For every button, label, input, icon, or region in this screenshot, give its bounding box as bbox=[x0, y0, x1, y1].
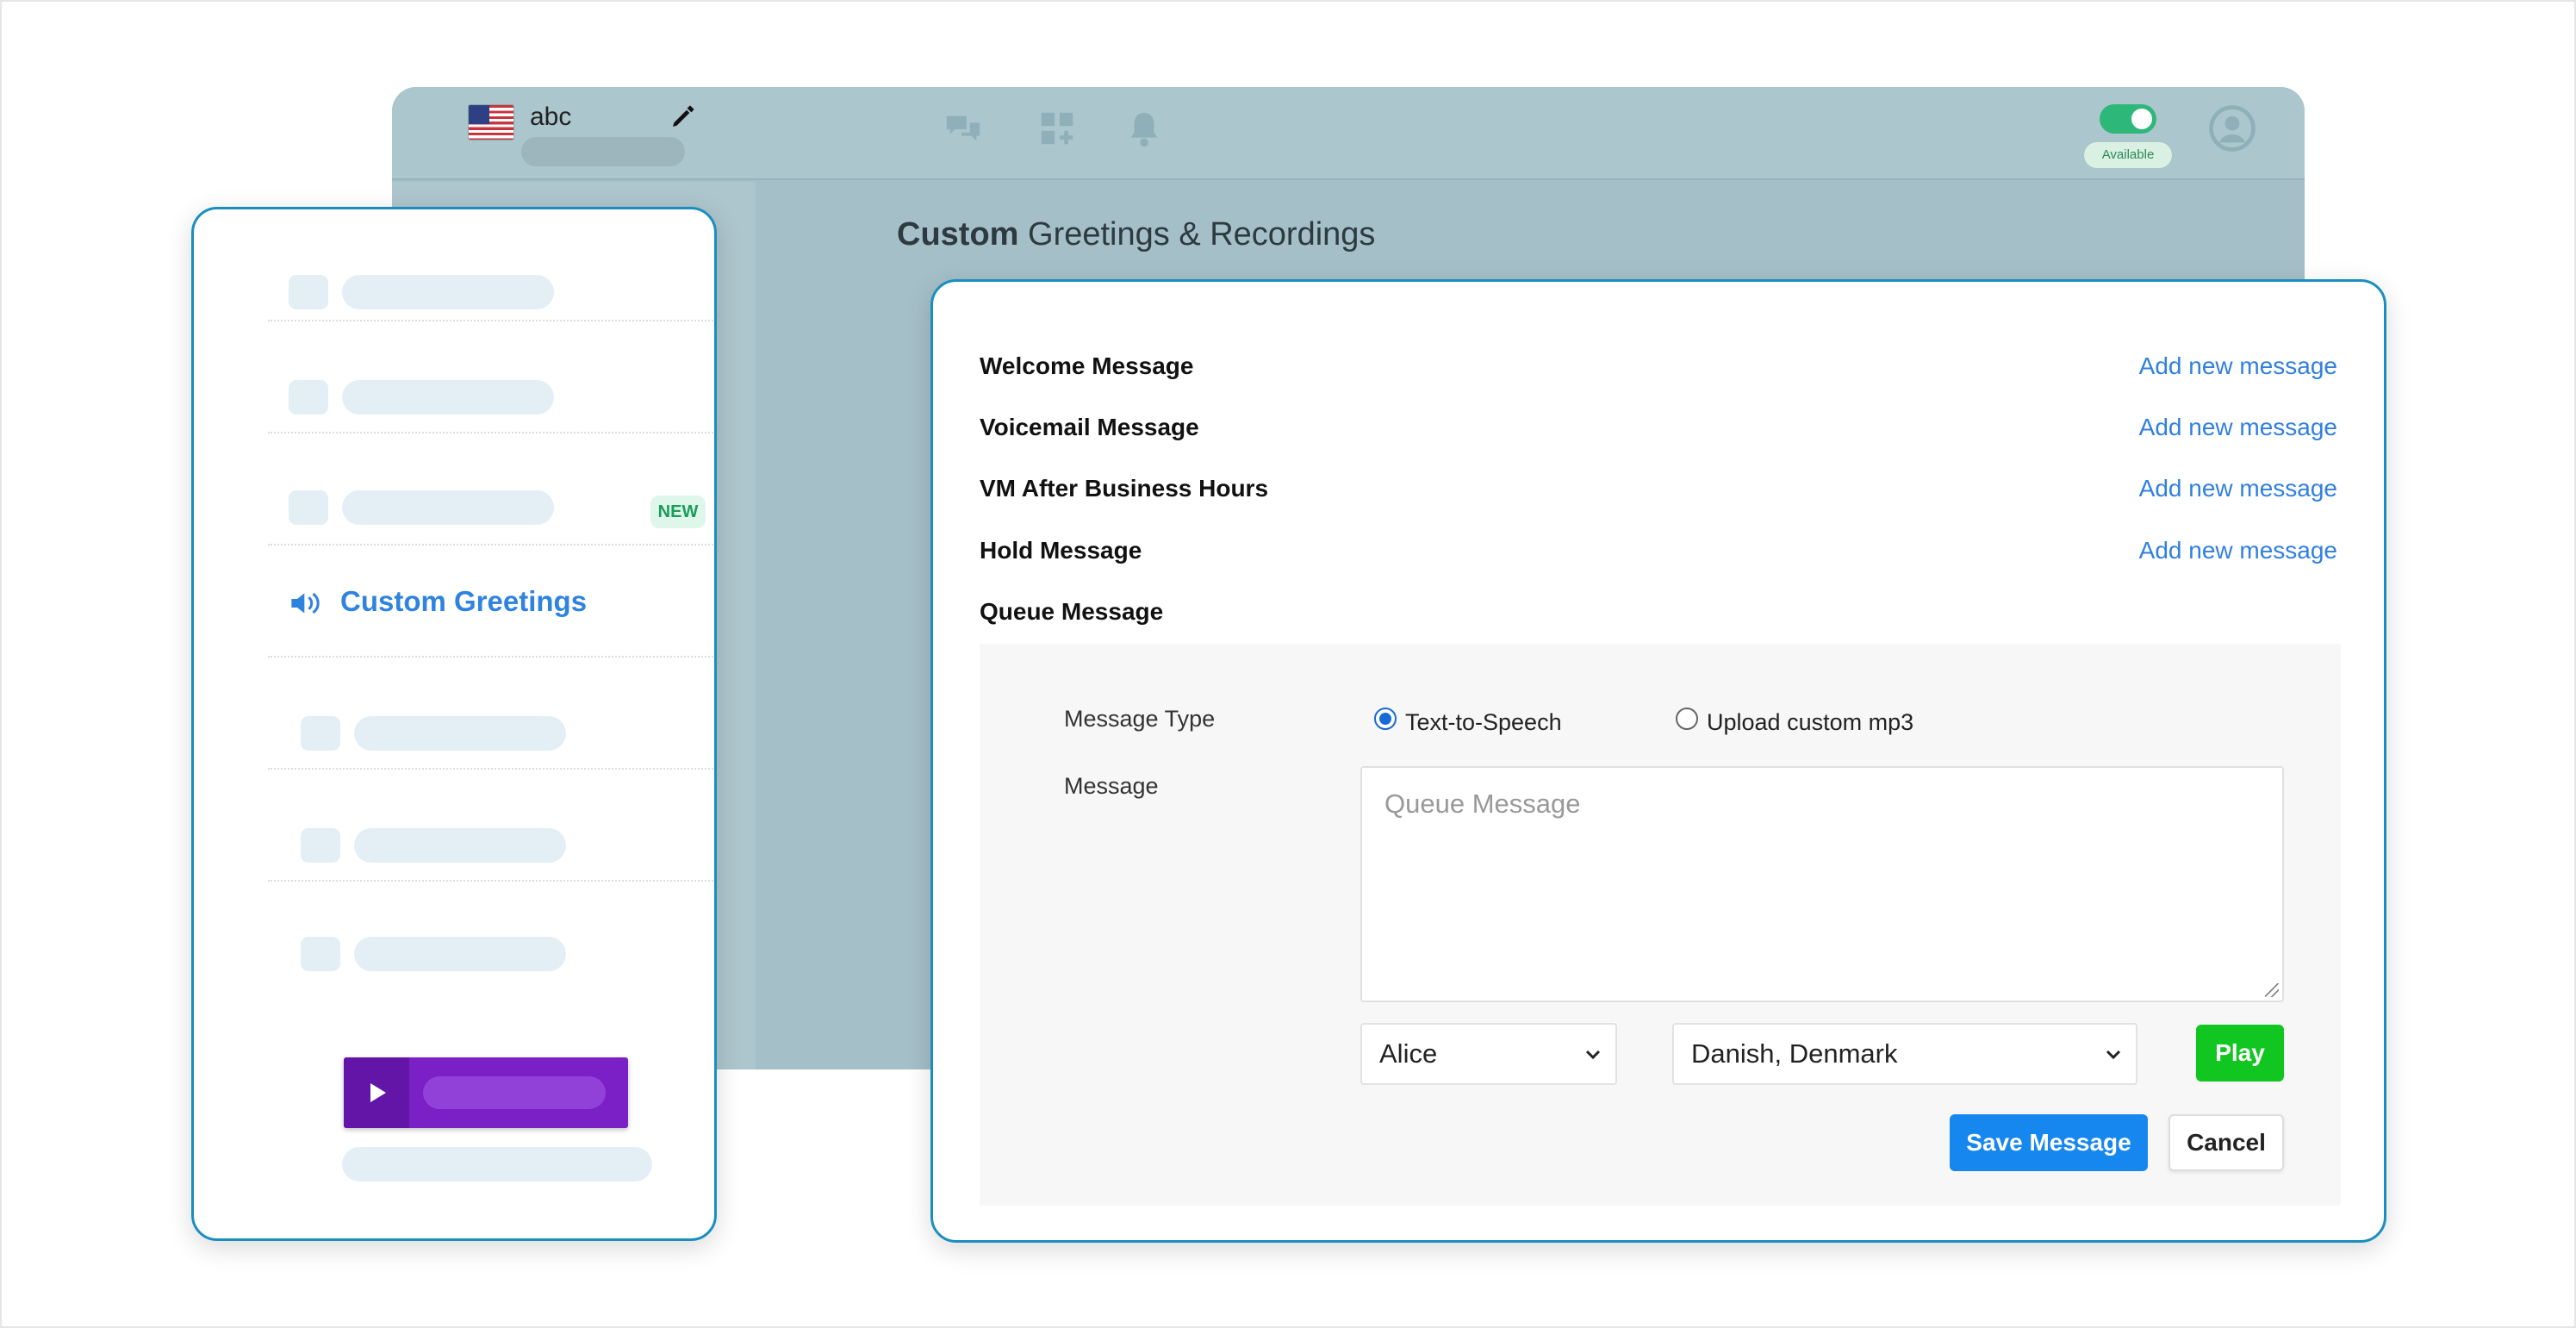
message-field-label: Message bbox=[1064, 773, 1159, 799]
message-textarea[interactable]: Queue Message bbox=[1360, 766, 2284, 1002]
voice-select[interactable]: Alice bbox=[1360, 1023, 1617, 1085]
chevron-down-icon bbox=[2106, 1050, 2121, 1060]
audio-player[interactable] bbox=[344, 1057, 628, 1128]
message-label: Queue Message bbox=[980, 598, 1164, 625]
message-placeholder: Queue Message bbox=[1384, 789, 1581, 819]
sidebar-item-placeholder[interactable] bbox=[268, 658, 714, 770]
chat-icon[interactable] bbox=[943, 109, 983, 149]
status-badge: Available bbox=[2084, 142, 2172, 168]
greetings-dialog: Welcome Message Add new message Voicemai… bbox=[930, 279, 2386, 1243]
message-row-vm-after-hours: VM After Business Hours Add new message bbox=[980, 470, 2337, 513]
radio-label-mp3: Upload custom mp3 bbox=[1707, 709, 1914, 735]
bell-icon[interactable] bbox=[1124, 109, 1164, 149]
message-label: Welcome Message bbox=[980, 352, 1194, 379]
message-label: Voicemail Message bbox=[980, 414, 1199, 440]
account-subtitle-placeholder bbox=[521, 137, 685, 166]
sidebar-item-placeholder[interactable] bbox=[268, 882, 714, 994]
message-label: Hold Message bbox=[980, 537, 1142, 564]
status-toggle[interactable] bbox=[2100, 104, 2156, 134]
message-row-hold: Hold Message Add new message bbox=[980, 532, 2337, 575]
speaker-icon bbox=[291, 592, 320, 614]
chevron-down-icon bbox=[1585, 1050, 1601, 1060]
message-row-voicemail: Voicemail Message Add new message bbox=[980, 408, 2337, 452]
resize-handle[interactable] bbox=[2265, 983, 2279, 997]
sidebar-nav-card: NEW Custom Greetings bbox=[191, 207, 717, 1241]
stage: abc Available Custom Greetings & Recordi… bbox=[0, 0, 2576, 1328]
add-new-message-link[interactable]: Add new message bbox=[2139, 414, 2337, 441]
sidebar-item-custom-greetings[interactable]: Custom Greetings bbox=[268, 546, 714, 658]
new-badge: NEW bbox=[650, 496, 706, 528]
radio-label-tts: Text-to-Speech bbox=[1405, 709, 1562, 735]
sidebar-item-placeholder[interactable] bbox=[268, 321, 714, 433]
message-label: VM After Business Hours bbox=[980, 475, 1269, 502]
play-icon[interactable] bbox=[344, 1057, 409, 1128]
sidebar-item-placeholder[interactable] bbox=[268, 209, 714, 321]
add-new-message-link[interactable]: Add new message bbox=[2139, 537, 2337, 564]
radio-upload-mp3[interactable] bbox=[1676, 708, 1698, 730]
cancel-button[interactable]: Cancel bbox=[2168, 1114, 2284, 1171]
account-name: abc bbox=[530, 103, 572, 131]
message-row-queue: Queue Message bbox=[980, 593, 2337, 636]
message-row-welcome: Welcome Message Add new message bbox=[980, 347, 2337, 390]
play-button[interactable]: Play bbox=[2196, 1025, 2284, 1082]
footer-placeholder bbox=[342, 1147, 652, 1181]
audio-progress-track[interactable] bbox=[423, 1076, 606, 1109]
add-new-message-link[interactable]: Add new message bbox=[2139, 475, 2337, 502]
pencil-icon[interactable] bbox=[669, 103, 697, 130]
add-new-message-link[interactable]: Add new message bbox=[2139, 352, 2337, 380]
sidebar-item-placeholder[interactable]: NEW bbox=[268, 433, 714, 546]
radio-text-to-speech[interactable] bbox=[1374, 708, 1397, 730]
apps-icon[interactable] bbox=[1038, 109, 1078, 149]
user-avatar-icon[interactable] bbox=[2208, 104, 2256, 153]
message-type-label: Message Type bbox=[1064, 706, 1216, 732]
sidebar-item-label: Custom Greetings bbox=[340, 585, 588, 617]
flag-us-icon[interactable] bbox=[468, 104, 514, 140]
queue-message-editor: Message Type Text-to-Speech Upload custo… bbox=[980, 644, 2341, 1206]
top-bar: abc Available bbox=[392, 87, 2305, 180]
sidebar-item-placeholder[interactable] bbox=[268, 770, 714, 882]
save-message-button[interactable]: Save Message bbox=[1950, 1114, 2148, 1171]
page-title: Custom Greetings & Recordings bbox=[897, 216, 1376, 253]
language-select[interactable]: Danish, Denmark bbox=[1672, 1023, 2137, 1085]
